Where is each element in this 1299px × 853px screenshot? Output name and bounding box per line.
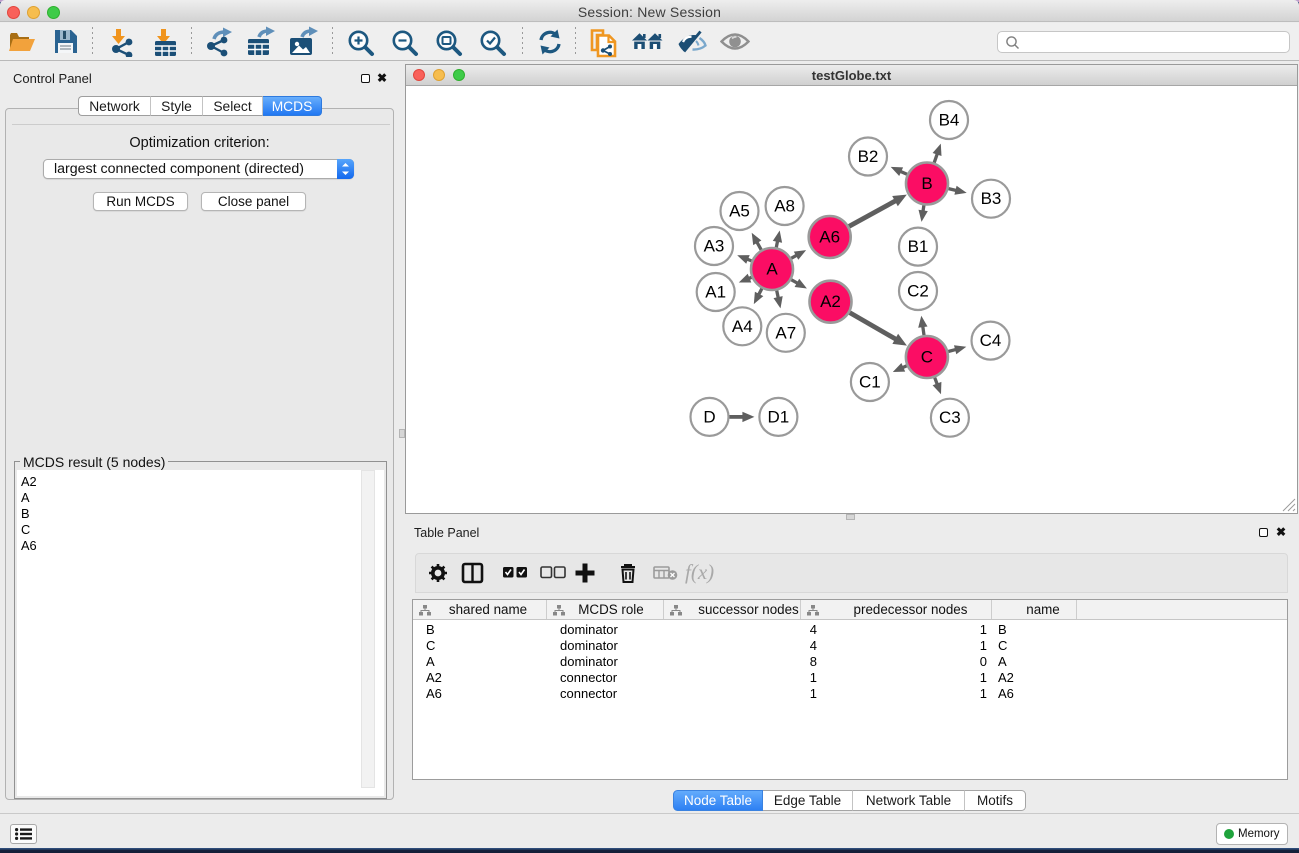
svg-text:D: D — [703, 407, 715, 426]
svg-text:B2: B2 — [858, 147, 879, 166]
svg-text:C4: C4 — [980, 331, 1002, 350]
svg-text:C1: C1 — [859, 373, 881, 392]
svg-text:A: A — [766, 260, 778, 279]
svg-text:A7: A7 — [775, 323, 796, 342]
svg-text:D1: D1 — [768, 407, 790, 426]
svg-text:A3: A3 — [704, 237, 725, 256]
svg-text:A1: A1 — [705, 283, 726, 302]
svg-text:A6: A6 — [819, 228, 840, 247]
svg-text:C2: C2 — [907, 282, 929, 301]
svg-text:A5: A5 — [729, 202, 750, 221]
svg-text:C3: C3 — [939, 408, 961, 427]
svg-text:A4: A4 — [732, 317, 753, 336]
svg-text:B3: B3 — [981, 189, 1002, 208]
svg-text:A8: A8 — [774, 197, 795, 216]
svg-text:C: C — [921, 348, 933, 367]
svg-text:A2: A2 — [820, 292, 841, 311]
svg-text:B4: B4 — [939, 111, 960, 130]
svg-text:B1: B1 — [908, 237, 929, 256]
svg-text:B: B — [921, 174, 932, 193]
